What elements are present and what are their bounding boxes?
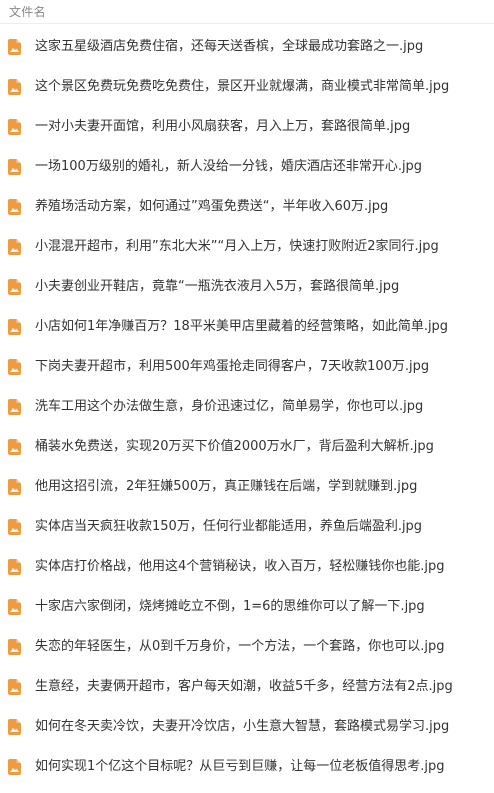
file-row[interactable]: 养殖场活动方案，如何通过”鸡蛋免费送“，半年收入60万.jpg bbox=[0, 187, 494, 227]
file-row[interactable]: 如何在冬天卖冷饮，夫妻开冷饮店，小生意大智慧，套路模式易学习.jpg bbox=[0, 707, 494, 747]
image-file-icon bbox=[8, 199, 21, 215]
file-name: 失恋的年轻医生，从0到千万身价，一个方法，一个套路，你也可以.jpg bbox=[35, 639, 445, 654]
column-header-filename[interactable]: 文件名 bbox=[9, 3, 46, 20]
file-row[interactable]: 失恋的年轻医生，从0到千万身价，一个方法，一个套路，你也可以.jpg bbox=[0, 627, 494, 667]
file-row[interactable]: 小店如何1年净赚百万？18平米美甲店里藏着的经营策略，如此简单.jpg bbox=[0, 307, 494, 347]
image-file-icon bbox=[8, 319, 21, 335]
file-name: 小店如何1年净赚百万？18平米美甲店里藏着的经营策略，如此简单.jpg bbox=[35, 319, 449, 334]
file-name: 一对小夫妻开面馆，利用小风扇获客，月入上万，套路很简单.jpg bbox=[35, 119, 411, 134]
image-file-icon bbox=[8, 239, 21, 255]
file-name: 十家店六家倒闭，烧烤摊屹立不倒，1=6的思维你可以了解一下.jpg bbox=[35, 599, 425, 614]
image-file-icon bbox=[8, 39, 21, 55]
file-name: 如何在冬天卖冷饮，夫妻开冷饮店，小生意大智慧，套路模式易学习.jpg bbox=[35, 719, 450, 734]
image-file-icon bbox=[8, 79, 21, 95]
image-file-icon bbox=[8, 639, 21, 655]
file-row[interactable]: 如何实现1个亿这个目标呢？从巨亏到巨赚，让每一位老板值得思考.jpg bbox=[0, 747, 494, 787]
file-row[interactable]: 生意经，夫妻俩开超市，客户每天如潮，收益5千多，经营方法有2点.jpg bbox=[0, 667, 494, 707]
file-name: 小混混开超市，利用”东北大米”“月入上万，快速打败附近2家同行.jpg bbox=[35, 239, 439, 254]
file-name: 这个景区免费玩免费吃免费住，景区开业就爆满，商业模式非常简单.jpg bbox=[35, 79, 450, 94]
file-list: 文件名 这家五星级酒店免费住宿，还每天送香槟，全球最成功套路之一.jpg 这个景区… bbox=[0, 0, 494, 793]
image-file-icon bbox=[8, 119, 21, 135]
file-name: 洗车工用这个办法做生意，身价迅速过亿，简单易学，你也可以.jpg bbox=[35, 399, 424, 414]
file-row[interactable]: 小混混开超市，利用”东北大米”“月入上万，快速打败附近2家同行.jpg bbox=[0, 227, 494, 267]
file-row[interactable]: 这个景区免费玩免费吃免费住，景区开业就爆满，商业模式非常简单.jpg bbox=[0, 67, 494, 107]
image-file-icon bbox=[8, 159, 21, 175]
file-name: 实体店当天疯狂收款150万，任何行业都能适用，养鱼后端盈利.jpg bbox=[35, 519, 423, 534]
image-file-icon bbox=[8, 679, 21, 695]
file-name: 实体店打价格战，他用这4个营销秘诀，收入百万，轻松赚钱你也能.jpg bbox=[35, 559, 445, 574]
image-file-icon bbox=[8, 719, 21, 735]
file-name: 生意经，夫妻俩开超市，客户每天如潮，收益5千多，经营方法有2点.jpg bbox=[35, 679, 453, 694]
file-row[interactable]: 他用这招引流，2年狂嫌500万，真正赚钱在后端，学到就赚到.jpg bbox=[0, 467, 494, 507]
image-file-icon bbox=[8, 599, 21, 615]
file-row[interactable]: 下岗夫妻开超市，利用500年鸡蛋抢走同得客户，7天收款100万.jpg bbox=[0, 347, 494, 387]
file-name: 一场100万级别的婚礼，新人没给一分钱，婚庆酒店还非常开心.jpg bbox=[35, 159, 423, 174]
file-name: 养殖场活动方案，如何通过”鸡蛋免费送“，半年收入60万.jpg bbox=[35, 199, 389, 214]
file-row[interactable]: 实体店打价格战，他用这4个营销秘诀，收入百万，轻松赚钱你也能.jpg bbox=[0, 547, 494, 587]
file-name: 桶装水免费送，实现20万买下价值2000万水厂，背后盈利大解析.jpg bbox=[35, 439, 434, 454]
file-row[interactable]: 桶装水免费送，实现20万买下价值2000万水厂，背后盈利大解析.jpg bbox=[0, 427, 494, 467]
list-header: 文件名 bbox=[0, 0, 494, 24]
file-row[interactable]: 小夫妻创业开鞋店，竟靠“一瓶洗衣液月入5万，套路很简单.jpg bbox=[0, 267, 494, 307]
file-rows: 这家五星级酒店免费住宿，还每天送香槟，全球最成功套路之一.jpg 这个景区免费玩免… bbox=[0, 27, 494, 787]
file-name: 小夫妻创业开鞋店，竟靠“一瓶洗衣液月入5万，套路很简单.jpg bbox=[35, 279, 400, 294]
image-file-icon bbox=[8, 519, 21, 535]
image-file-icon bbox=[8, 359, 21, 375]
file-name: 他用这招引流，2年狂嫌500万，真正赚钱在后端，学到就赚到.jpg bbox=[35, 479, 418, 494]
file-row[interactable]: 洗车工用这个办法做生意，身价迅速过亿，简单易学，你也可以.jpg bbox=[0, 387, 494, 427]
image-file-icon bbox=[8, 479, 21, 495]
file-name: 下岗夫妻开超市，利用500年鸡蛋抢走同得客户，7天收款100万.jpg bbox=[35, 359, 430, 374]
file-name: 这家五星级酒店免费住宿，还每天送香槟，全球最成功套路之一.jpg bbox=[35, 39, 424, 54]
image-file-icon bbox=[8, 759, 21, 775]
image-file-icon bbox=[8, 439, 21, 455]
file-row[interactable]: 十家店六家倒闭，烧烤摊屹立不倒，1=6的思维你可以了解一下.jpg bbox=[0, 587, 494, 627]
file-row[interactable]: 实体店当天疯狂收款150万，任何行业都能适用，养鱼后端盈利.jpg bbox=[0, 507, 494, 547]
file-row[interactable]: 一场100万级别的婚礼，新人没给一分钱，婚庆酒店还非常开心.jpg bbox=[0, 147, 494, 187]
image-file-icon bbox=[8, 559, 21, 575]
image-file-icon bbox=[8, 279, 21, 295]
image-file-icon bbox=[8, 399, 21, 415]
file-row[interactable]: 一对小夫妻开面馆，利用小风扇获客，月入上万，套路很简单.jpg bbox=[0, 107, 494, 147]
file-row[interactable]: 这家五星级酒店免费住宿，还每天送香槟，全球最成功套路之一.jpg bbox=[0, 27, 494, 67]
file-name: 如何实现1个亿这个目标呢？从巨亏到巨赚，让每一位老板值得思考.jpg bbox=[35, 759, 445, 774]
